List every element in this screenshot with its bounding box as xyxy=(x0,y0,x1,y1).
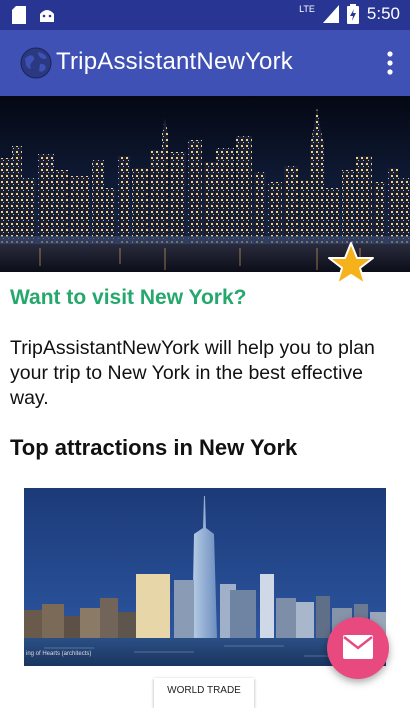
favorite-star-icon[interactable] xyxy=(327,240,375,288)
clock: 5:50 xyxy=(366,4,400,23)
photo-credit: ing of Hearts (architects) xyxy=(26,651,92,657)
overflow-menu-icon[interactable] xyxy=(386,50,394,76)
globe-icon xyxy=(20,47,52,79)
app-bar: TripAssistantNewYork xyxy=(0,30,410,96)
app-title: TripAssistantNewYork xyxy=(56,48,293,75)
battery-icon xyxy=(346,4,359,24)
signal-icon xyxy=(322,5,339,23)
headline: Want to visit New York? xyxy=(10,286,247,309)
status-bar: LTE 5:50 xyxy=(0,0,410,30)
android-icon xyxy=(40,10,54,22)
attraction-label: WORLD TRADE xyxy=(167,685,241,696)
sd-card-icon xyxy=(12,6,26,24)
section-title: Top attractions in New York xyxy=(10,435,298,460)
network-type: LTE xyxy=(299,4,315,14)
email-fab-button[interactable] xyxy=(327,617,389,679)
description-text: TripAssistantNewYork will help you to pl… xyxy=(10,337,375,409)
attraction-label-card[interactable]: WORLD TRADE xyxy=(154,678,254,708)
mail-icon xyxy=(343,635,373,659)
